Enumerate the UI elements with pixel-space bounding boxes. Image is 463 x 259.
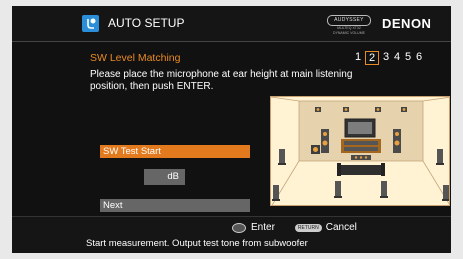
audyssey-sub-line: DYNAMIC VOLUME <box>333 30 365 35</box>
return-button-icon: RETURN <box>294 223 322 232</box>
footer-bar: Enter RETURN Cancel Start measurement. O… <box>12 216 451 253</box>
step-4: 4 <box>393 51 401 63</box>
step-3: 3 <box>382 51 390 63</box>
brand-logo: DENON <box>382 16 432 31</box>
step-2-current: 2 <box>365 51 379 65</box>
step-5: 5 <box>404 51 412 63</box>
step-6: 6 <box>415 51 423 63</box>
setup-screen: AUTO SETUP AUDYSSEY MULTEQ XT32 DYNAMIC … <box>12 6 451 253</box>
audyssey-badge: AUDYSSEY <box>327 15 371 26</box>
step-1: 1 <box>354 51 362 63</box>
cancel-hint-label: Cancel <box>325 222 357 233</box>
status-message: Start measurement. Output test tone from… <box>86 238 308 249</box>
instruction-text: Please place the microphone at ear heigh… <box>90 69 353 92</box>
next-button[interactable]: Next <box>100 199 250 212</box>
sw-test-start-button[interactable]: SW Test Start <box>100 145 250 158</box>
enter-hint-label: Enter <box>251 222 275 233</box>
header-bar: AUTO SETUP AUDYSSEY MULTEQ XT32 DYNAMIC … <box>12 6 451 42</box>
speaker-layout-illustration <box>271 97 449 205</box>
db-level-field: dB <box>144 169 185 185</box>
auto-setup-icon <box>82 15 99 32</box>
page-title: AUTO SETUP <box>108 16 185 30</box>
button-hints: Enter RETURN Cancel <box>232 222 357 233</box>
room-diagram <box>270 96 450 206</box>
step-indicator: 1 2 3 4 5 6 <box>354 51 423 65</box>
section-title: SW Level Matching <box>90 52 181 64</box>
audyssey-logo: AUDYSSEY MULTEQ XT32 DYNAMIC VOLUME <box>324 15 374 35</box>
enter-button-icon <box>232 222 246 233</box>
